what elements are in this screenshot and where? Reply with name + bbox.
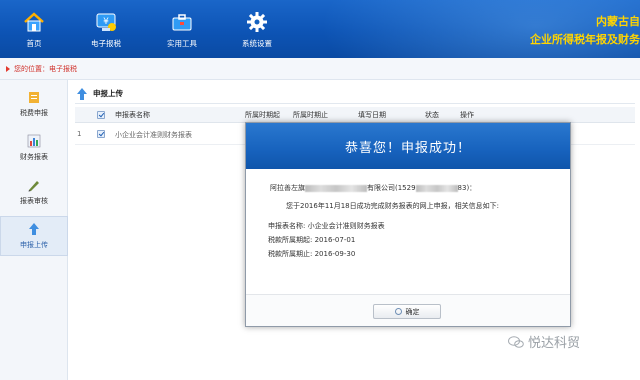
wechat-icon	[508, 335, 524, 348]
field-report-name: 申报表名称: 小企业会计准则财务报表	[268, 221, 385, 231]
redacted-blur	[415, 184, 458, 192]
confirm-button-label: 确定	[405, 307, 420, 316]
company-line: 阿拉善左旗 有限公司(1529 83)：	[270, 183, 476, 193]
company-suffix: 有限公司(1529	[367, 184, 416, 192]
confirm-icon	[394, 308, 402, 315]
system-title: 内蒙古自 企业所得税年报及财务	[530, 13, 640, 47]
system-title-line1: 内蒙古自	[596, 15, 640, 28]
field-value: 2016-09-30	[314, 250, 356, 258]
company-end: 83)：	[457, 184, 477, 192]
confirm-button[interactable]: 确定	[373, 304, 441, 319]
watermark-text: 悦达科贸	[528, 336, 581, 351]
dialog-title: 恭喜您！申报成功！	[344, 140, 471, 156]
field-value: 2016-07-01	[314, 236, 356, 244]
field-label: 税款所属期起:	[268, 236, 313, 244]
dialog-body: 阿拉善左旗 有限公司(1529 83)： 您于2016年11月18日成功完成财务报表…	[246, 169, 570, 294]
dialog-footer: 确定	[246, 294, 570, 326]
field-value: 小企业会计准则财务报表	[307, 222, 385, 230]
redacted-blur	[305, 184, 367, 192]
field-label: 税款所属期止:	[268, 250, 313, 258]
success-message: 您于2016年11月18日成功完成财务报表的网上申报，相关信息如下:	[286, 202, 499, 210]
watermark: 悦达科贸	[508, 332, 580, 351]
field-label: 申报表名称:	[268, 222, 306, 230]
company-prefix: 阿拉善左旗	[270, 184, 305, 192]
field-period-end: 税款所属期止: 2016-09-30	[268, 249, 355, 259]
dialog-header: 恭喜您！申报成功！	[246, 123, 570, 169]
success-dialog: 恭喜您！申报成功！ 阿拉善左旗 有限公司(1529 83)： 您于2016年11月1…	[245, 122, 571, 327]
system-title-line2: 企业所得税年报及财务	[530, 33, 640, 46]
field-period-start: 税款所属期起: 2016-07-01	[268, 235, 355, 245]
